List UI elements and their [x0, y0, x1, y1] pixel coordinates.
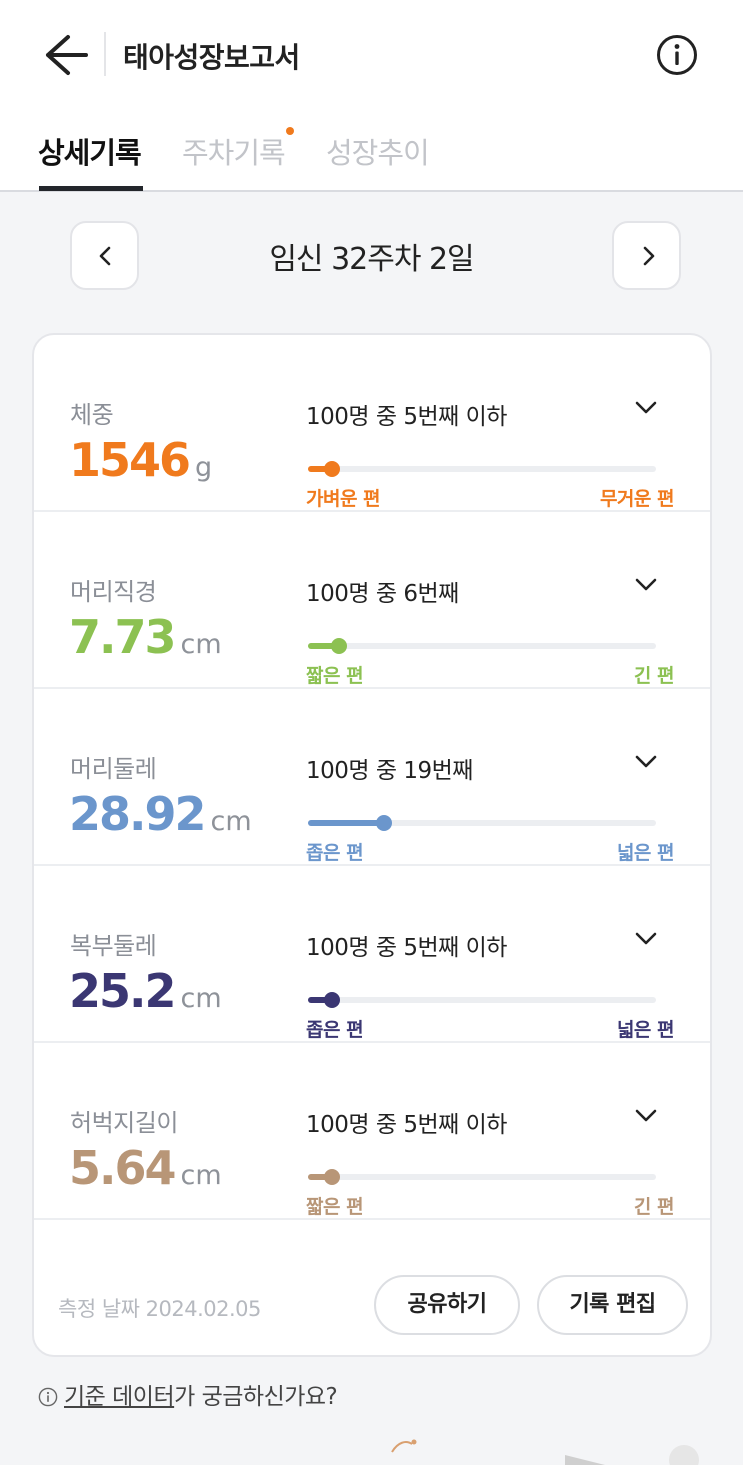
info-circle-icon — [38, 1387, 58, 1407]
arrow-left-icon[interactable] — [40, 32, 90, 78]
metric-row-abdominal-circumference[interactable]: 복부둘레 25.2 cm 100명 중 5번째 이하 좁은 편 넓은 편 — [34, 866, 710, 1043]
metric-value: 5.64 cm — [69, 1141, 222, 1195]
metric-number: 28.92 — [69, 787, 207, 841]
info-circle-icon[interactable] — [655, 33, 699, 77]
metric-number: 25.2 — [69, 964, 176, 1018]
metric-unit: g — [195, 452, 213, 483]
percentile-track — [308, 992, 656, 1008]
metric-unit: cm — [180, 983, 222, 1014]
metric-rank: 100명 중 6번째 — [306, 581, 459, 607]
scale-right-label: 긴 편 — [633, 665, 675, 687]
percentile-knob — [376, 815, 392, 831]
scale-right-label: 넓은 편 — [616, 842, 675, 864]
percentile-knob — [324, 992, 340, 1008]
metric-label: 체중 — [70, 401, 114, 429]
active-tab-indicator — [39, 186, 143, 191]
scale-left-label: 좁은 편 — [306, 842, 364, 864]
metric-value: 25.2 cm — [69, 964, 222, 1018]
top-bar: 태아성장보고서 상세기록 주차기록 성장추이 — [0, 0, 743, 192]
metric-rank: 100명 중 5번째 이하 — [306, 404, 507, 430]
percentile-track — [308, 638, 656, 654]
metric-value: 28.92 cm — [69, 787, 252, 841]
metric-number: 1546 — [69, 433, 191, 487]
metric-row-weight[interactable]: 체중 1546 g 100명 중 5번째 이하 가벼운 편 무거운 편 — [34, 335, 710, 512]
chevron-right-icon — [643, 246, 655, 266]
chevron-down-icon[interactable] — [634, 576, 658, 592]
metric-row-head-diameter[interactable]: 머리직경 7.73 cm 100명 중 6번째 짧은 편 긴 편 — [34, 512, 710, 689]
header-divider — [104, 32, 106, 76]
help-suffix: 가 궁금하신가요? — [174, 1384, 338, 1410]
percentile-track — [308, 815, 656, 831]
metric-label: 머리직경 — [70, 578, 157, 606]
metric-label: 허벅지길이 — [70, 1109, 178, 1137]
share-button[interactable]: 공유하기 — [374, 1275, 520, 1335]
metric-rank: 100명 중 19번째 — [306, 758, 473, 784]
ad-banner-illustration — [391, 1439, 699, 1465]
metric-rank: 100명 중 5번째 이하 — [306, 1112, 507, 1138]
scale-right-label: 긴 편 — [633, 1196, 675, 1218]
edit-record-button[interactable]: 기록 편집 — [537, 1275, 688, 1335]
metric-value: 7.73 cm — [69, 610, 222, 664]
tab-growth-trend[interactable]: 성장추이 — [326, 130, 430, 172]
percentile-knob — [324, 461, 340, 477]
chevron-down-icon[interactable] — [634, 930, 658, 946]
page-title: 태아성장보고서 — [123, 41, 300, 74]
metric-label: 복부둘레 — [70, 932, 157, 960]
new-badge-dot — [286, 127, 294, 135]
metric-unit: cm — [180, 629, 222, 660]
chevron-down-icon[interactable] — [634, 753, 658, 769]
metric-rank: 100명 중 5번째 이하 — [306, 935, 507, 961]
next-week-button[interactable] — [612, 221, 681, 290]
metric-row-head-circumference[interactable]: 머리둘레 28.92 cm 100명 중 19번째 좁은 편 넓은 편 — [34, 689, 710, 866]
tab-weekly-record[interactable]: 주차기록 — [182, 130, 286, 172]
percentile-knob — [331, 638, 347, 654]
reference-data-link[interactable]: 기준 데이터 — [64, 1384, 175, 1410]
metrics-card: 체중 1546 g 100명 중 5번째 이하 가벼운 편 무거운 편 머리직경 … — [32, 333, 712, 1357]
metric-number: 5.64 — [69, 1141, 176, 1195]
scale-right-label: 넓은 편 — [616, 1019, 675, 1041]
reference-data-help: 기준 데이터가 궁금하신가요? — [38, 1377, 338, 1411]
measurement-date: 측정 날짜 2024.02.05 — [58, 1297, 261, 1321]
percentile-track — [308, 1169, 656, 1185]
chevron-down-icon[interactable] — [634, 1107, 658, 1123]
metric-unit: cm — [180, 1160, 222, 1191]
scale-left-label: 좁은 편 — [306, 1019, 364, 1041]
metric-number: 7.73 — [69, 610, 176, 664]
scale-left-label: 짧은 편 — [306, 665, 364, 687]
scale-left-label: 짧은 편 — [306, 1196, 364, 1218]
metric-unit: cm — [210, 806, 252, 837]
scale-right-label: 무거운 편 — [599, 488, 675, 510]
metric-label: 머리둘레 — [70, 755, 157, 783]
metric-row-femur-length[interactable]: 허벅지길이 5.64 cm 100명 중 5번째 이하 짧은 편 긴 편 — [34, 1043, 710, 1220]
scale-left-label: 가벼운 편 — [306, 488, 381, 510]
percentile-track — [308, 461, 656, 477]
tab-detail-record[interactable]: 상세기록 — [38, 130, 142, 172]
chevron-down-icon[interactable] — [634, 399, 658, 415]
percentile-knob — [324, 1169, 340, 1185]
percentile-fill — [308, 820, 384, 826]
metric-value: 1546 g — [69, 433, 212, 487]
